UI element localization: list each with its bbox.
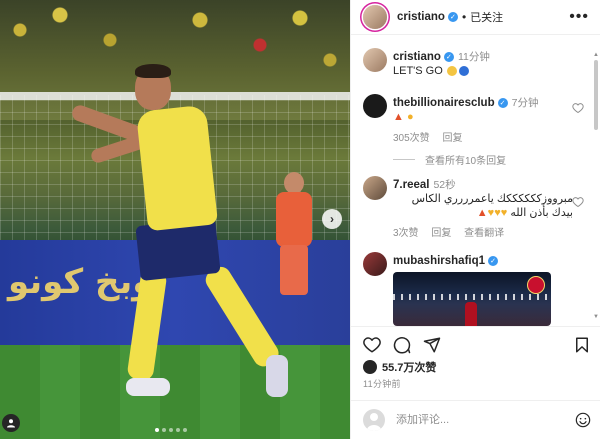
carousel-dot: [155, 428, 159, 432]
comments-scrollbar[interactable]: ▲ ▼: [593, 52, 599, 320]
club-crest-icon: [527, 276, 545, 294]
verified-badge-icon: ✓: [488, 256, 499, 267]
verified-badge-icon: ✓: [497, 98, 508, 109]
liker-avatar: [363, 360, 377, 374]
caption-text: LET'S GO: [393, 65, 443, 77]
comment-media-preview[interactable]: [393, 272, 551, 326]
author-avatar[interactable]: [363, 5, 387, 29]
carousel-dot: [162, 428, 166, 432]
comment-composer: [351, 400, 600, 439]
comment-time: 7分钟: [511, 97, 539, 109]
comment-username[interactable]: 7.reeal: [393, 179, 429, 191]
blue-circle-emoji-icon: [458, 66, 469, 77]
muscle-emoji-icon: ●: [406, 111, 414, 123]
carousel-dot: [169, 428, 173, 432]
comment-reply-button[interactable]: 回复: [431, 228, 451, 239]
author-username[interactable]: cristiano: [397, 11, 445, 23]
post-actions-bar: [351, 326, 600, 362]
player-figure: [60, 60, 300, 410]
next-image-button[interactable]: ›: [322, 209, 342, 229]
comment-like-count[interactable]: 305次赞: [393, 133, 430, 144]
commenter-avatar[interactable]: [363, 252, 387, 276]
scrollbar-thumb[interactable]: [594, 60, 598, 130]
scroll-up-arrow-icon[interactable]: ▲: [593, 52, 599, 58]
viewer-avatar: [363, 409, 385, 431]
share-paper-plane-icon[interactable]: [423, 336, 441, 354]
comment-text-line: بيدك بأذن الله ♥♥♥▲: [476, 207, 573, 219]
comment-reply-button[interactable]: 回复: [442, 133, 462, 144]
fire-emoji-icon: ▲: [393, 111, 404, 123]
verified-badge-icon: ✓: [443, 52, 454, 63]
like-comment-heart-icon[interactable]: [572, 102, 584, 114]
view-replies-link[interactable]: 查看所有10条回复: [393, 152, 506, 167]
yellow-circle-emoji-icon: [446, 66, 457, 77]
scroll-down-arrow-icon[interactable]: ▼: [593, 314, 599, 320]
user-tag-icon: [7, 419, 15, 428]
comment-username[interactable]: thebillionairesclub: [393, 97, 495, 109]
carousel-dots: [155, 428, 187, 432]
comment-time: 52秒: [433, 179, 456, 191]
comment-username[interactable]: mubashirshafiq1: [393, 255, 485, 267]
like-heart-icon[interactable]: [363, 336, 381, 354]
commenter-avatar[interactable]: [363, 176, 387, 200]
tagged-users-button[interactable]: [2, 414, 20, 432]
emoji-picker-icon[interactable]: [575, 412, 591, 428]
follow-status[interactable]: 已关注: [470, 9, 503, 25]
likes-count[interactable]: 55.7万次赞: [382, 359, 436, 375]
carousel-dot: [176, 428, 180, 432]
fire-emoji-icon: ▲: [476, 207, 488, 219]
carousel-dot: [183, 428, 187, 432]
comment-like-count[interactable]: 3次赞: [393, 228, 419, 239]
commenter-avatar[interactable]: [363, 94, 387, 118]
post-header: cristiano ✓ • 已关注 •••: [351, 0, 600, 35]
comment-text-line: مبرووزككككككك ياعمرررري الكاس: [411, 193, 573, 205]
more-dots-icon[interactable]: •••: [569, 9, 589, 25]
heart-emoji-icon: ♥♥♥: [487, 207, 508, 219]
save-bookmark-icon[interactable]: [573, 336, 591, 354]
comment-bubble-icon[interactable]: [393, 336, 411, 354]
comment-translate-button[interactable]: 查看翻译: [464, 228, 504, 239]
chevron-right-icon: ›: [330, 212, 334, 226]
post-side-panel: cristiano ✓ • 已关注 ••• cristiano ✓ 11分钟 LET…: [350, 0, 600, 439]
caption-author-avatar[interactable]: [363, 48, 387, 72]
post-photo[interactable]: وبخ كونو ›: [0, 0, 350, 439]
comment-input[interactable]: [396, 411, 546, 429]
verified-badge-icon: ✓: [447, 12, 458, 22]
like-comment-heart-icon[interactable]: [572, 196, 584, 208]
post-timestamp: 11分钟前: [363, 379, 401, 389]
post-likes[interactable]: 55.7万次赞: [363, 359, 436, 375]
comments-list: cristiano ✓ 11分钟 LET'S GO thebillionairesc…: [351, 36, 600, 326]
caption-author[interactable]: cristiano: [393, 51, 441, 63]
caption-time: 11分钟: [457, 51, 490, 63]
